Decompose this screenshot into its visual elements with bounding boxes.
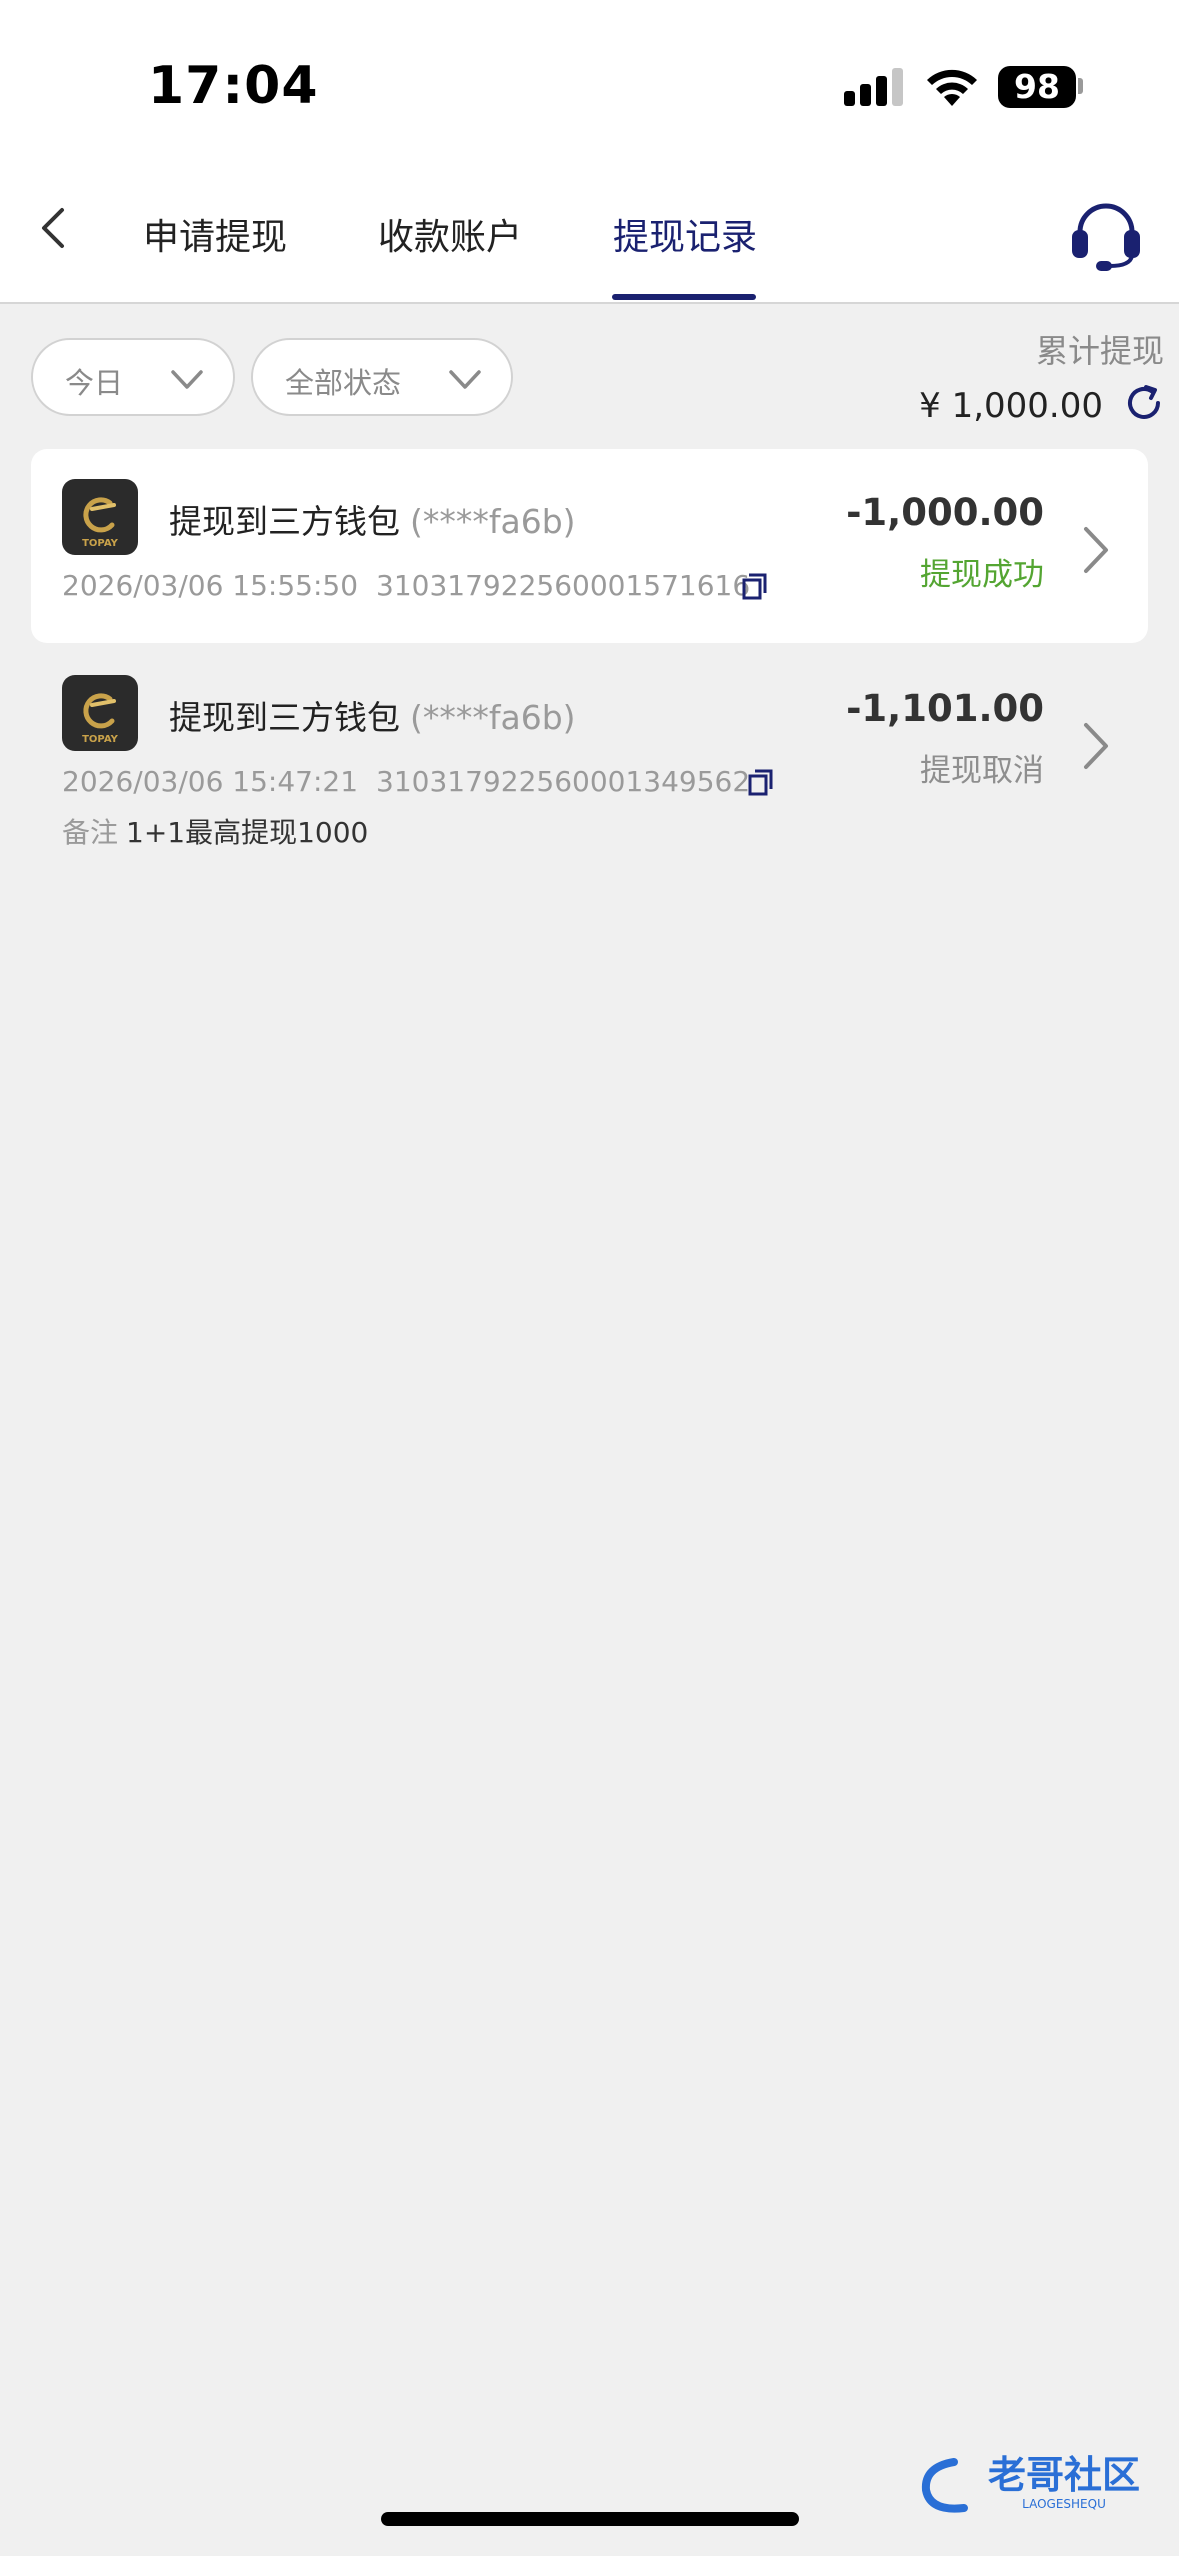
copy-icon[interactable] (739, 571, 769, 603)
record-title-text: 提现到三方钱包 (169, 502, 400, 541)
record-status: 提现取消 (920, 753, 1044, 789)
masked-account: (****fa6b) (410, 698, 576, 737)
date-filter-dropdown[interactable]: 今日 (31, 338, 235, 416)
status-filter-label: 全部状态 (285, 366, 402, 400)
battery-cap (1078, 78, 1083, 94)
signal-icon (844, 66, 906, 106)
record-title-text: 提现到三方钱包 (169, 698, 400, 737)
logo-text: TOPAY (82, 538, 119, 549)
total-withdraw-label: 累计提现 (1035, 332, 1164, 370)
chevron-down-icon (171, 370, 203, 389)
date-filter-label: 今日 (65, 366, 124, 400)
topay-logo: TOPAY (62, 675, 138, 751)
chevron-right-icon[interactable] (1074, 521, 1118, 579)
home-indicator (381, 2512, 799, 2526)
order-number: 310317922560001571616 (376, 569, 751, 602)
record-meta: 2026/03/06 15:47:21 310317922560001349562 (62, 765, 750, 798)
battery-icon: 98 (998, 66, 1076, 108)
tab-apply-withdraw[interactable]: 申请提现 (143, 208, 287, 260)
status-time: 17:04 (148, 56, 319, 116)
withdraw-record-row[interactable]: TOPAY 提现到三方钱包 (****fa6b) 2026/03/06 15:47… (31, 645, 1148, 849)
record-datetime: 2026/03/06 15:55:50 (62, 569, 359, 602)
watermark-text: 老哥社区 (988, 2453, 1140, 2497)
record-amount: -1,000.00 (846, 491, 1044, 534)
status-filter-dropdown[interactable]: 全部状态 (251, 338, 513, 416)
logo-text: TOPAY (82, 734, 119, 745)
tab-withdraw-records[interactable]: 提现记录 (613, 208, 757, 260)
masked-account: (****fa6b) (410, 502, 576, 541)
total-withdraw-amount: ¥ 1,000.00 (919, 386, 1103, 426)
wifi-icon (927, 69, 977, 106)
record-remark: 备注 1+1最高提现1000 (62, 811, 368, 851)
tab-receiving-account[interactable]: 收款账户 (378, 208, 522, 260)
watermark-logo: 老哥社区 LAOGESHEQU (921, 2453, 1140, 2513)
topay-logo: TOPAY (62, 479, 138, 555)
record-title: 提现到三方钱包 (****fa6b) (169, 495, 576, 543)
order-number: 310317922560001349562 (376, 765, 751, 798)
headset-icon[interactable] (1066, 196, 1146, 274)
refresh-icon[interactable] (1122, 381, 1166, 425)
header-nav: 申请提现 收款账户 提现记录 (0, 170, 1179, 304)
record-status: 提现成功 (920, 557, 1044, 593)
chevron-right-icon[interactable] (1074, 717, 1118, 775)
chevron-left-icon[interactable] (26, 200, 82, 256)
remark-label: 备注 (62, 816, 119, 849)
status-bar: 17:04 98 (0, 0, 1179, 170)
record-meta: 2026/03/06 15:55:50 310317922560001571616 (62, 569, 750, 602)
record-amount: -1,101.00 (846, 687, 1044, 730)
withdraw-record-row[interactable]: TOPAY 提现到三方钱包 (****fa6b) 2026/03/06 15:55… (31, 449, 1148, 643)
watermark-subtext: LAOGESHEQU (1022, 2497, 1106, 2511)
record-title: 提现到三方钱包 (****fa6b) (169, 691, 576, 739)
remark-text: 1+1最高提现1000 (126, 816, 369, 849)
chevron-down-icon (449, 370, 481, 389)
copy-icon[interactable] (745, 767, 775, 799)
active-tab-indicator (612, 294, 756, 300)
record-datetime: 2026/03/06 15:47:21 (62, 765, 359, 798)
